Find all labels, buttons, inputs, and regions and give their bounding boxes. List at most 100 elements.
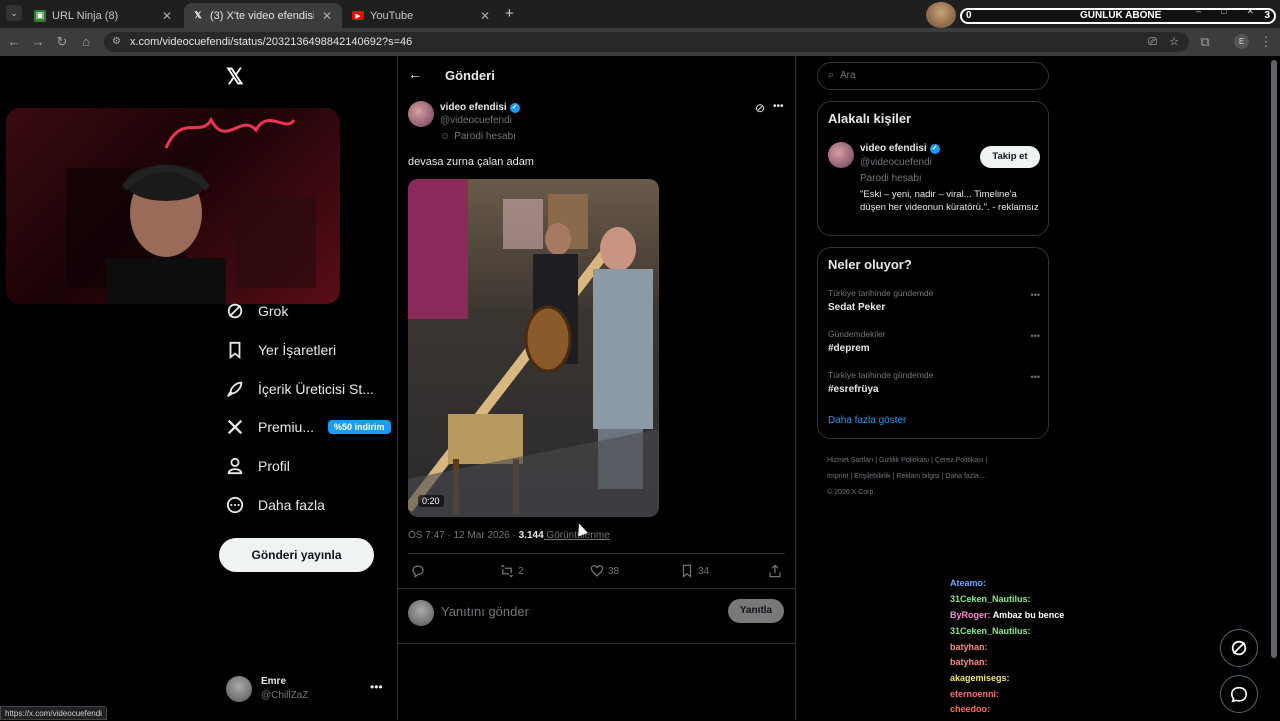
trends-card: Neler oluyor? Türkiye tarihinde gündemde… xyxy=(817,247,1049,439)
chat-message: eternoenni: xyxy=(950,689,999,699)
post-text: devasa zurna çalan adam xyxy=(408,156,534,168)
post-author-name[interactable]: video efendisi ✓ xyxy=(440,102,520,113)
chat-user: batyhan: xyxy=(950,642,988,652)
related-user-name[interactable]: video efendisi ✓ xyxy=(860,143,940,154)
footer-link[interactable]: Erişilebilirlik xyxy=(854,473,891,480)
url-omnibox[interactable]: ⚙ x.com/videocuefendi/status/20321364988… xyxy=(104,32,1189,52)
bookmark-star-icon[interactable]: ☆ xyxy=(1169,32,1179,52)
sidebar-item-bookmarks[interactable]: Yer İşaretleri xyxy=(226,341,336,359)
footer-link[interactable]: Gizlilik Politikası xyxy=(879,457,929,464)
sidebar-item-more[interactable]: Daha fazla xyxy=(226,496,325,514)
back-arrow-icon[interactable]: ← xyxy=(408,66,422,82)
share-action[interactable] xyxy=(768,564,782,578)
x-logo-icon xyxy=(227,419,243,435)
close-tab-icon[interactable]: ✕ xyxy=(320,9,334,23)
chat-user: cheedoo: xyxy=(950,704,991,714)
avatar[interactable] xyxy=(828,142,854,168)
chat-user: 31Ceken_Nautilus: xyxy=(950,626,1031,636)
more-dots-icon[interactable]: ••• xyxy=(1031,372,1040,382)
cast-icon[interactable]: ⎚ xyxy=(1148,32,1157,52)
messages-floating-button[interactable] xyxy=(1220,675,1258,713)
like-action[interactable]: 38 xyxy=(590,564,619,578)
account-switcher[interactable]: Emre @ChillZaZ ••• xyxy=(226,674,386,706)
scrollbar[interactable] xyxy=(1271,60,1277,658)
sidebar-item-profile[interactable]: Profil xyxy=(226,457,290,475)
avatar xyxy=(408,600,434,626)
trends-title: Neler oluyor? xyxy=(828,257,912,272)
home-icon[interactable]: ⌂ xyxy=(78,34,94,50)
tab-url-ninja[interactable]: ▣ URL Ninja (8) ✕ xyxy=(26,3,182,28)
webcam-overlay xyxy=(6,108,340,304)
repost-action[interactable]: 2 xyxy=(500,564,524,578)
sidebar-item-premium[interactable]: Premiu... %50 indirim xyxy=(226,418,391,436)
back-arrow-icon[interactable]: ← xyxy=(6,34,22,50)
reply-input[interactable]: Yanıtını gönder xyxy=(441,604,529,619)
avatar[interactable] xyxy=(408,101,434,127)
chat-user: 31Ceken_Nautilus: xyxy=(950,594,1031,604)
chat-user: ByRoger: xyxy=(950,610,991,620)
profile-avatar[interactable]: E xyxy=(1234,34,1249,49)
trend-item[interactable]: Gündemdekiler #deprem ••• xyxy=(828,329,1040,361)
related-user-handle[interactable]: @videocuefendi xyxy=(860,157,932,168)
new-tab-button[interactable]: + xyxy=(505,5,514,22)
post-button[interactable]: Gönderi yayınla xyxy=(219,538,374,572)
show-more-link[interactable]: Daha fazla göster xyxy=(828,415,906,426)
sidebar-item-label: İçerik Üreticisi St... xyxy=(258,381,374,397)
chat-user: akagemisegs: xyxy=(950,673,1010,683)
footer-link[interactable]: Hizmet Şartları xyxy=(827,457,873,464)
sidebar-item-label: Profil xyxy=(258,458,290,474)
search-input[interactable]: ⌕ Ara xyxy=(817,62,1049,90)
trend-name: Sedat Peker xyxy=(828,302,886,313)
x-home-logo[interactable]: 𝕏 xyxy=(226,64,244,90)
tab-list-dropdown[interactable]: ⌄ xyxy=(6,5,22,21)
reply-button[interactable]: Yanıtla xyxy=(728,599,784,623)
more-dots-icon[interactable]: ••• xyxy=(1031,331,1040,341)
avatar xyxy=(226,676,252,702)
footer-link[interactable]: Imprint xyxy=(827,473,848,480)
sidebar-item-label: Grok xyxy=(258,303,289,319)
footer-link[interactable]: Daha fazla ... xyxy=(945,473,986,480)
close-tab-icon[interactable]: ✕ xyxy=(478,9,492,23)
bookmark-action[interactable]: 34 xyxy=(680,564,709,578)
chat-user: Ateamo: xyxy=(950,578,987,588)
reply-action[interactable] xyxy=(411,564,429,578)
reply-bubble-icon xyxy=(412,565,424,578)
tab-youtube[interactable]: ▶ YouTube ✕ xyxy=(344,3,500,28)
more-dots-icon[interactable]: ••• xyxy=(370,680,383,694)
forward-arrow-icon[interactable]: → xyxy=(30,34,46,50)
related-people-title: Alakalı kişiler xyxy=(828,111,912,126)
premium-discount-badge: %50 indirim xyxy=(328,420,391,434)
sidebar-item-grok[interactable]: Grok xyxy=(226,302,288,320)
related-user-parody: Parodi hesabı xyxy=(860,173,922,184)
timestamp-text: ÖS 7:47 · 12 Mar 2026 · xyxy=(408,530,519,541)
trend-item[interactable]: Türkiye tarihinde gündemde Sedat Peker •… xyxy=(828,288,1040,320)
x-icon: 𝕏 xyxy=(194,10,202,20)
more-dots-icon[interactable]: ••• xyxy=(773,101,784,112)
sidebar-item-creator-studio[interactable]: İçerik Üreticisi St... xyxy=(226,380,374,398)
author-name-text: video efendisi xyxy=(440,102,507,113)
close-tab-icon[interactable]: ✕ xyxy=(160,9,174,23)
status-url-tooltip: https://x.com/videocuefendi xyxy=(0,706,107,720)
divider xyxy=(408,553,785,554)
tab-x-post[interactable]: 𝕏 (3) X'te video efendisi: "devasa ✕ xyxy=(184,3,342,28)
browser-tab-bar: ⌄ ▣ URL Ninja (8) ✕ 𝕏 (3) X'te video efe… xyxy=(0,0,1280,28)
more-dots-icon[interactable]: ••• xyxy=(1031,290,1040,300)
account-name: Emre xyxy=(261,676,287,687)
extensions-icon[interactable]: ⧉ xyxy=(1197,34,1213,50)
post-author-handle[interactable]: @videocuefendi xyxy=(440,115,512,126)
bookmark-icon xyxy=(682,564,692,578)
tab-title: YouTube xyxy=(370,9,414,22)
parody-mask-icon: ☺ xyxy=(440,131,451,142)
grok-explain-icon[interactable]: ⊘ xyxy=(755,101,765,115)
footer-link[interactable]: Çerez Politikası xyxy=(935,457,984,464)
follow-button[interactable]: Takip et xyxy=(980,146,1040,168)
site-info-icon[interactable]: ⚙ xyxy=(112,32,121,52)
trend-item[interactable]: Türkiye tarihinde gündemde #esrefrüya ••… xyxy=(828,370,1040,402)
reload-icon[interactable]: ↻ xyxy=(54,34,70,50)
grok-floating-button[interactable] xyxy=(1220,629,1258,667)
sidebar-item-label: Premiu... xyxy=(258,419,315,435)
menu-kebab-icon[interactable]: ⋮ xyxy=(1258,34,1274,50)
footer-link[interactable]: Reklam bilgisi xyxy=(896,473,939,480)
post-video[interactable]: 0:20 xyxy=(408,179,659,517)
share-icon xyxy=(769,564,781,578)
